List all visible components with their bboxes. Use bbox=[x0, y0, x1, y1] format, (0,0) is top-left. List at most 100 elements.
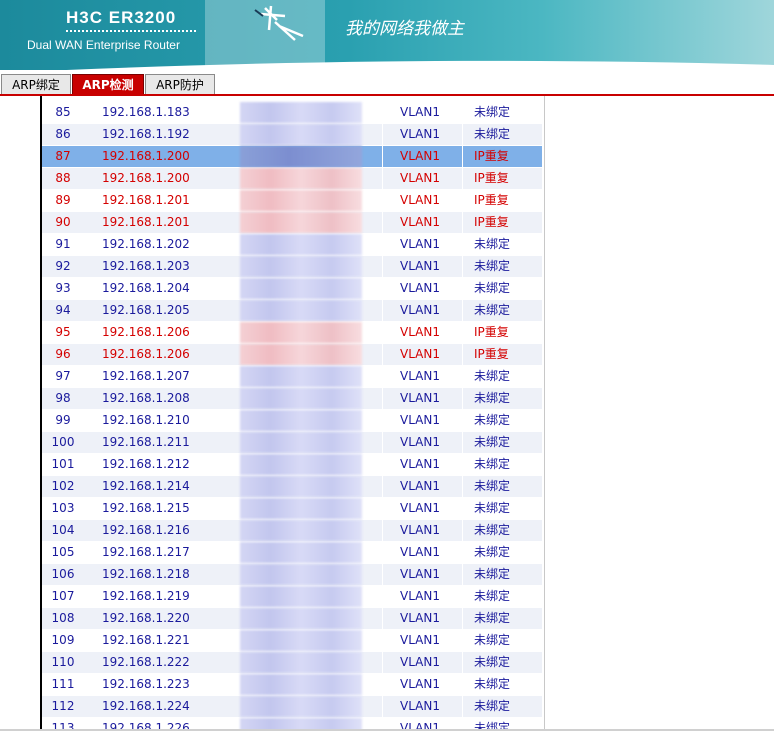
column-divider bbox=[382, 344, 383, 365]
column-divider bbox=[462, 696, 463, 717]
row-number: 106 bbox=[51, 567, 75, 581]
table-row[interactable]: 104 192.168.1.216 VLAN1 未绑定 bbox=[42, 520, 542, 542]
column-divider bbox=[462, 124, 463, 145]
table-row[interactable]: 105 192.168.1.217 VLAN1 未绑定 bbox=[42, 542, 542, 564]
row-status: 未绑定 bbox=[474, 303, 511, 317]
row-status: 未绑定 bbox=[474, 523, 511, 537]
table-row[interactable]: 113 192.168.1.226 VLAN1 未绑定 bbox=[42, 718, 542, 729]
table-row[interactable]: 86 192.168.1.192 VLAN1 未绑定 bbox=[42, 124, 542, 146]
row-vlan: VLAN1 bbox=[400, 193, 440, 207]
table-row[interactable]: 96 192.168.1.206 VLAN1 IP重复 bbox=[42, 344, 542, 366]
column-divider bbox=[462, 520, 463, 541]
row-status: 未绑定 bbox=[474, 435, 511, 449]
column-divider bbox=[462, 168, 463, 189]
table-row[interactable]: 91 192.168.1.202 VLAN1 未绑定 bbox=[42, 234, 542, 256]
row-ip-address: 192.168.1.220 bbox=[102, 611, 190, 625]
table-row[interactable]: 103 192.168.1.215 VLAN1 未绑定 bbox=[42, 498, 542, 520]
row-number: 92 bbox=[55, 259, 71, 273]
table-row[interactable]: 85 192.168.1.183 VLAN1 未绑定 bbox=[42, 102, 542, 124]
tab-bar: ARP绑定 ARP检测 ARP防护 bbox=[0, 70, 774, 97]
row-ip-address: 192.168.1.215 bbox=[102, 501, 190, 515]
column-divider bbox=[382, 608, 383, 629]
column-divider bbox=[382, 498, 383, 519]
table-row[interactable]: 98 192.168.1.208 VLAN1 未绑定 bbox=[42, 388, 542, 410]
tab-arp-protection[interactable]: ARP防护 bbox=[145, 74, 215, 95]
tab-arp-binding[interactable]: ARP绑定 bbox=[1, 74, 71, 95]
row-status: IP重复 bbox=[474, 171, 509, 185]
column-divider bbox=[462, 366, 463, 387]
table-row[interactable]: 92 192.168.1.203 VLAN1 未绑定 bbox=[42, 256, 542, 278]
table-row[interactable]: 97 192.168.1.207 VLAN1 未绑定 bbox=[42, 366, 542, 388]
row-number: 86 bbox=[55, 127, 71, 141]
table-row[interactable]: 89 192.168.1.201 VLAN1 IP重复 bbox=[42, 190, 542, 212]
column-divider bbox=[382, 366, 383, 387]
row-ip-address: 192.168.1.212 bbox=[102, 457, 190, 471]
row-status: IP重复 bbox=[474, 325, 509, 339]
column-divider bbox=[382, 696, 383, 717]
row-status: 未绑定 bbox=[474, 677, 511, 691]
column-divider bbox=[462, 652, 463, 673]
row-status: IP重复 bbox=[474, 193, 509, 207]
table-row[interactable]: 106 192.168.1.218 VLAN1 未绑定 bbox=[42, 564, 542, 586]
table-row[interactable]: 109 192.168.1.221 VLAN1 未绑定 bbox=[42, 630, 542, 652]
row-ip-address: 192.168.1.224 bbox=[102, 699, 190, 713]
column-divider bbox=[382, 212, 383, 233]
row-vlan: VLAN1 bbox=[400, 369, 440, 383]
table-row[interactable]: 102 192.168.1.214 VLAN1 未绑定 bbox=[42, 476, 542, 498]
row-number: 94 bbox=[55, 303, 71, 317]
row-ip-address: 192.168.1.201 bbox=[102, 215, 190, 229]
column-divider bbox=[462, 586, 463, 607]
banner-divider bbox=[66, 30, 196, 32]
row-vlan: VLAN1 bbox=[400, 171, 440, 185]
column-divider bbox=[462, 300, 463, 321]
row-ip-address: 192.168.1.202 bbox=[102, 237, 190, 251]
table-row[interactable]: 88 192.168.1.200 VLAN1 IP重复 bbox=[42, 168, 542, 190]
column-divider bbox=[462, 344, 463, 365]
column-divider bbox=[382, 278, 383, 299]
column-divider bbox=[382, 300, 383, 321]
row-mac-address-redacted bbox=[240, 190, 362, 211]
row-mac-address-redacted bbox=[240, 542, 362, 563]
table-row[interactable]: 110 192.168.1.222 VLAN1 未绑定 bbox=[42, 652, 542, 674]
table-row[interactable]: 107 192.168.1.219 VLAN1 未绑定 bbox=[42, 586, 542, 608]
row-mac-address-redacted bbox=[240, 146, 362, 167]
column-divider bbox=[382, 234, 383, 255]
column-divider bbox=[382, 388, 383, 409]
table-row[interactable]: 93 192.168.1.204 VLAN1 未绑定 bbox=[42, 278, 542, 300]
row-vlan: VLAN1 bbox=[400, 237, 440, 251]
column-divider bbox=[382, 454, 383, 475]
table-row[interactable]: 99 192.168.1.210 VLAN1 未绑定 bbox=[42, 410, 542, 432]
row-ip-address: 192.168.1.222 bbox=[102, 655, 190, 669]
table-row[interactable]: 95 192.168.1.206 VLAN1 IP重复 bbox=[42, 322, 542, 344]
table-row[interactable]: 87 192.168.1.200 VLAN1 IP重复 bbox=[42, 146, 542, 168]
table-row[interactable]: 100 192.168.1.211 VLAN1 未绑定 bbox=[42, 432, 542, 454]
row-number: 87 bbox=[55, 149, 71, 163]
row-number: 103 bbox=[51, 501, 75, 515]
row-status: 未绑定 bbox=[474, 369, 511, 383]
column-divider bbox=[382, 542, 383, 563]
table-row[interactable]: 90 192.168.1.201 VLAN1 IP重复 bbox=[42, 212, 542, 234]
row-mac-address-redacted bbox=[240, 124, 362, 145]
row-ip-address: 192.168.1.221 bbox=[102, 633, 190, 647]
column-divider bbox=[382, 322, 383, 343]
tab-arp-detection[interactable]: ARP检测 bbox=[72, 74, 144, 95]
row-number: 113 bbox=[51, 721, 75, 729]
row-status: 未绑定 bbox=[474, 281, 511, 295]
column-divider bbox=[382, 256, 383, 277]
table-row[interactable]: 108 192.168.1.220 VLAN1 未绑定 bbox=[42, 608, 542, 630]
arp-detection-table[interactable]: 85 192.168.1.183 VLAN1 未绑定 86 192.168.1.192 VL… bbox=[40, 96, 545, 729]
row-number: 98 bbox=[55, 391, 71, 405]
row-number: 104 bbox=[51, 523, 75, 537]
table-row[interactable]: 112 192.168.1.224 VLAN1 未绑定 bbox=[42, 696, 542, 718]
table-row[interactable]: 94 192.168.1.205 VLAN1 未绑定 bbox=[42, 300, 542, 322]
row-vlan: VLAN1 bbox=[400, 699, 440, 713]
row-vlan: VLAN1 bbox=[400, 479, 440, 493]
row-number: 100 bbox=[51, 435, 75, 449]
table-row[interactable]: 111 192.168.1.223 VLAN1 未绑定 bbox=[42, 674, 542, 696]
column-divider bbox=[462, 476, 463, 497]
column-divider bbox=[382, 432, 383, 453]
row-status: 未绑定 bbox=[474, 105, 511, 119]
row-number: 99 bbox=[55, 413, 71, 427]
table-row[interactable]: 101 192.168.1.212 VLAN1 未绑定 bbox=[42, 454, 542, 476]
row-number: 111 bbox=[51, 677, 75, 691]
